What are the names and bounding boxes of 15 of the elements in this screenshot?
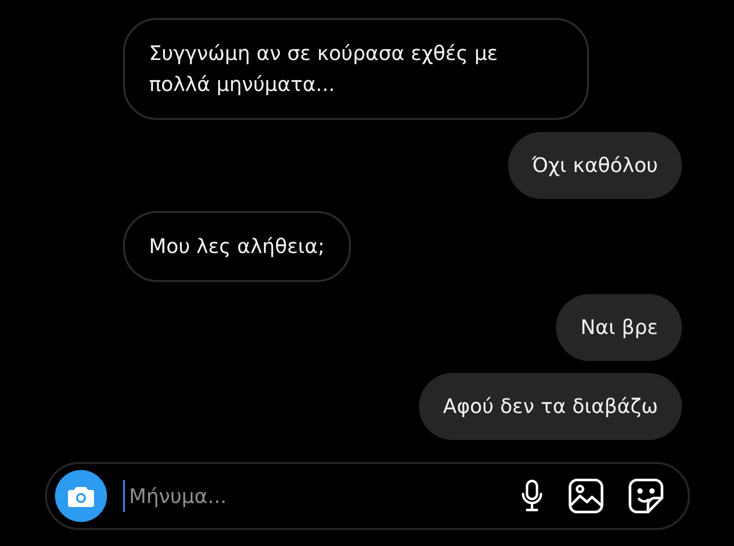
sent-message: Όχι καθόλου <box>508 132 682 199</box>
sent-message: Αφού δεν τα διαβάζω <box>419 373 682 440</box>
sent-message: Ναι βρε <box>556 294 682 361</box>
message-field[interactable]: Μήνυμα... <box>45 462 690 530</box>
camera-button[interactable] <box>55 470 107 522</box>
microphone-icon <box>520 479 544 513</box>
sticker-icon <box>628 478 664 514</box>
received-message: Συγγνώμη αν σε κούρασα εχθές με πολλά μηνύματα... <box>123 18 589 120</box>
gallery-button[interactable] <box>568 478 604 514</box>
sticker-button[interactable] <box>628 478 664 514</box>
microphone-button[interactable] <box>520 479 544 513</box>
received-message: Μου λες αλήθεια; <box>123 211 351 282</box>
message-input[interactable]: Μήνυμα... <box>123 480 504 512</box>
camera-icon <box>67 484 95 508</box>
image-icon <box>568 478 604 514</box>
